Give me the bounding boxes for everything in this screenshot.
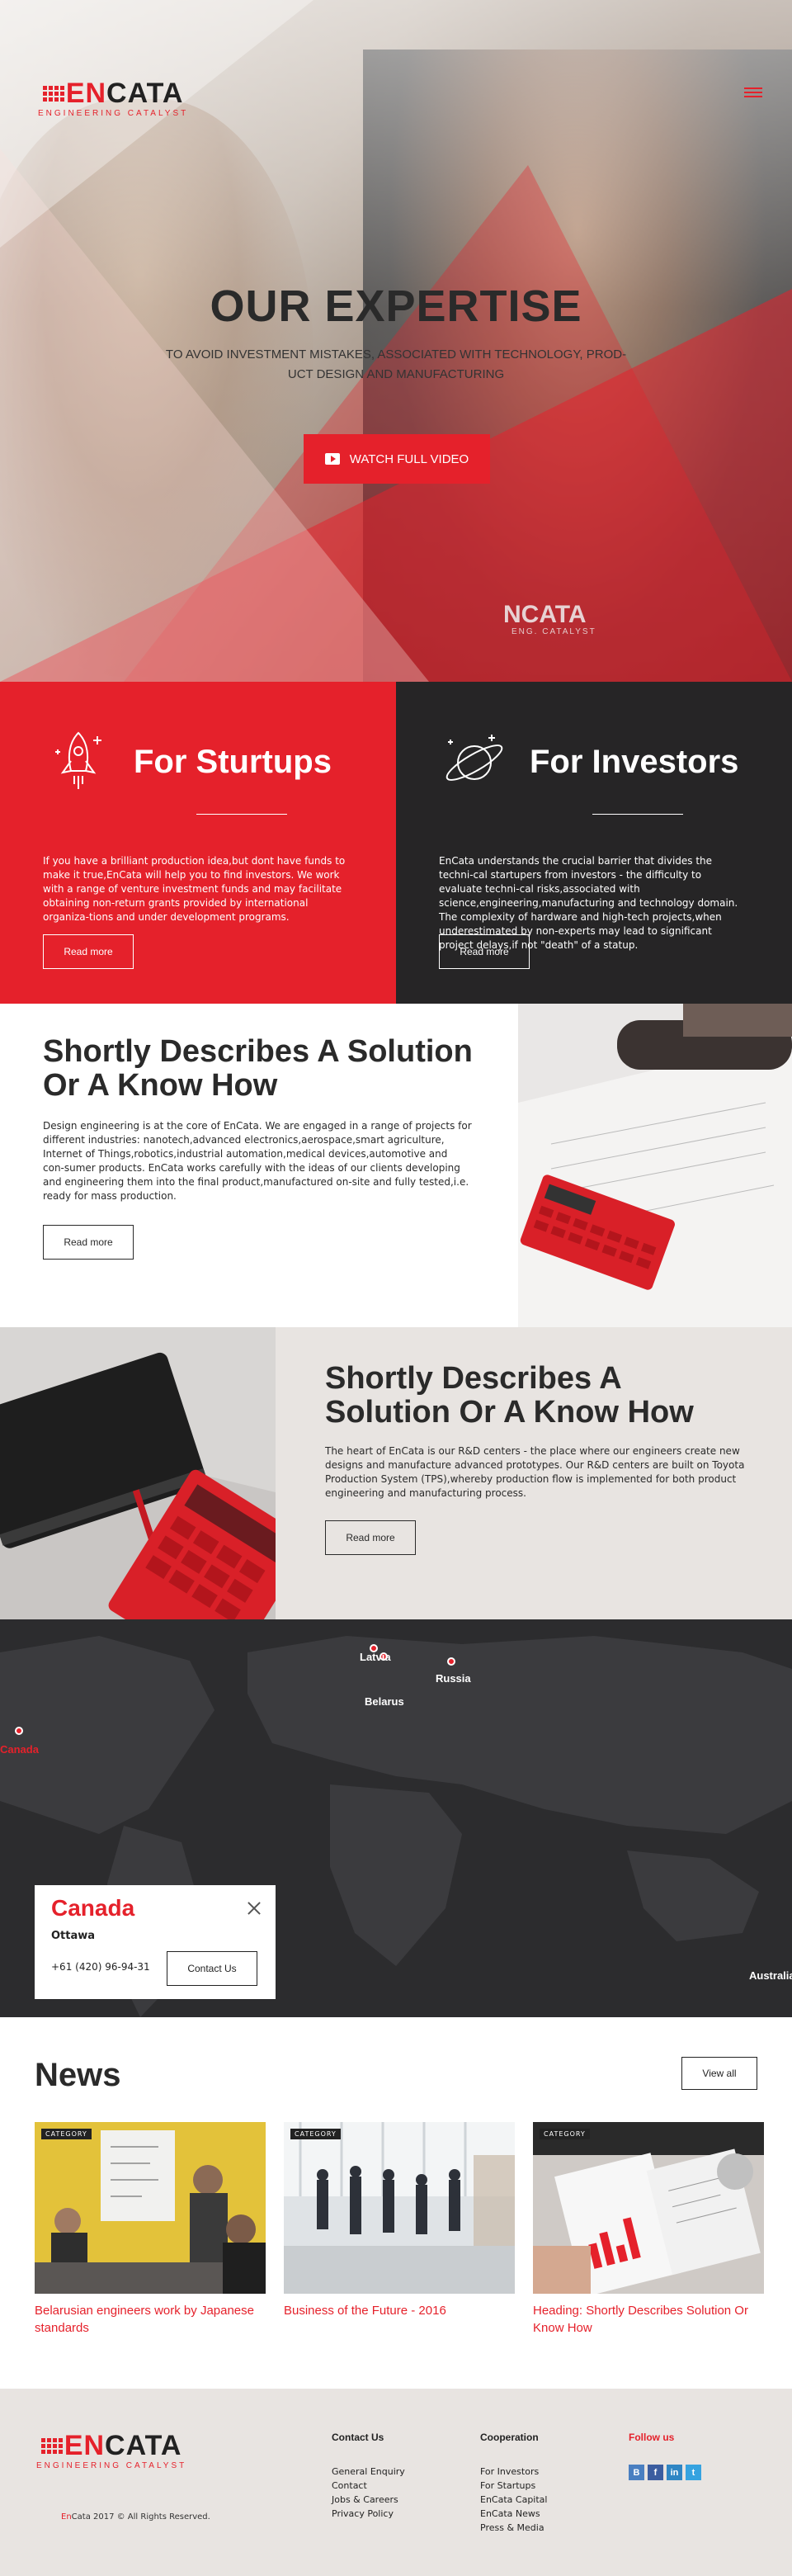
investors-panel: For Investors EnCata understands the cru…: [396, 682, 792, 1004]
logo-wordmark: ENCATA: [64, 2430, 182, 2461]
news-card[interactable]: CATEGORY Belarusian engineers work by Ja…: [35, 2122, 266, 2337]
news-card-category: CATEGORY: [290, 2129, 341, 2139]
footer: ENCATA ENGINEERING CATALYST EnCata 2017 …: [0, 2389, 792, 2576]
page: ENCATA ENGINEERING CATALYST OUR EXPERTIS…: [0, 0, 792, 2576]
news-card-category: CATEGORY: [41, 2129, 92, 2139]
news-card-title[interactable]: Belarusian engineers work by Japanese st…: [35, 2302, 266, 2337]
logo-mark-icon: [42, 85, 64, 102]
startups-title: For Sturtups: [134, 743, 332, 780]
footer-follow-column: Follow us B f in t: [629, 2432, 701, 2480]
map-pin-russia[interactable]: [447, 1657, 455, 1666]
map-card-city: Ottawa: [51, 1930, 96, 1942]
footer-logo[interactable]: ENCATA ENGINEERING CATALYST: [36, 2432, 186, 2470]
investors-title: For Investors: [530, 743, 739, 780]
footer-link[interactable]: General Enquiry: [332, 2465, 405, 2479]
header-logo[interactable]: ENCATA ENGINEERING CATALYST: [38, 79, 188, 118]
map-card-phone: +61 (420) 96-94-31: [51, 1961, 150, 1973]
news-card-image: CATEGORY: [35, 2122, 266, 2294]
logo-tagline: ENGINEERING CATALYST: [38, 109, 189, 118]
map-label-canada: Canada: [0, 1743, 39, 1756]
footer-link[interactable]: Jobs & Careers: [332, 2493, 405, 2507]
startups-read-more-button[interactable]: Read more: [43, 934, 134, 969]
footer-link[interactable]: EnCata Capital: [480, 2493, 547, 2507]
shirt-tagline-text: ENG. CATALYST: [512, 627, 596, 636]
audience-section: For Sturtups If you have a brilliant pro…: [0, 682, 792, 1004]
planet-icon: [439, 725, 510, 799]
map-location-card: Canada Ottawa +61 (420) 96-94-31 Contact…: [35, 1885, 276, 1999]
investors-read-more-button[interactable]: Read more: [439, 934, 530, 969]
youtube-play-icon: [324, 453, 340, 465]
startups-divider: [196, 814, 287, 815]
describe-section-2: Shortly Describes A Solution Or A Know H…: [0, 1327, 792, 1619]
footer-link[interactable]: EnCata News: [480, 2507, 547, 2521]
describe2-photo-notebook: [0, 1327, 276, 1619]
describe-section-1: Shortly Describes A Solution Or A Know H…: [0, 1004, 792, 1327]
news-card[interactable]: CATEGORY Business of the Future - 2016: [284, 2122, 515, 2337]
news-card-title[interactable]: Business of the Future - 2016: [284, 2302, 515, 2319]
watch-video-label: WATCH FULL VIDEO: [349, 451, 469, 466]
news-card-image: CATEGORY: [533, 2122, 764, 2294]
logo-wordmark: ENCATA: [65, 78, 184, 109]
hero-title: OUR EXPERTISE: [210, 281, 582, 331]
footer-link[interactable]: For Investors: [480, 2465, 547, 2479]
hamburger-menu-icon[interactable]: [744, 87, 762, 101]
news-card-image: CATEGORY: [284, 2122, 515, 2294]
shirt-logo-text: NCATA: [503, 601, 587, 628]
investors-divider: [592, 814, 683, 815]
describe1-title: Shortly Describes A Solution Or A Know H…: [43, 1034, 473, 1103]
news-card-category: CATEGORY: [540, 2129, 590, 2139]
hero-subtitle: TO AVOID INVESTMENT MISTAKES, ASSOCIATED…: [165, 347, 627, 381]
describe1-text: Design engineering is at the core of EnC…: [43, 1120, 472, 1202]
describe2-read-more-button[interactable]: Read more: [325, 1520, 416, 1555]
map-card-contact-button[interactable]: Contact Us: [167, 1951, 257, 1986]
map-card-country: Canada: [51, 1895, 135, 1921]
behance-icon[interactable]: B: [629, 2465, 644, 2480]
footer-cooperation-column: Cooperation For Investors For Startups E…: [480, 2432, 547, 2535]
close-icon[interactable]: [248, 1902, 261, 1915]
startups-panel: For Sturtups If you have a brilliant pro…: [0, 682, 396, 1004]
footer-link[interactable]: Press & Media: [480, 2521, 547, 2535]
logo-tagline: ENGINEERING CATALYST: [36, 2461, 187, 2470]
describe1-photo-calculator: [518, 1004, 792, 1327]
footer-follow-title: Follow us: [629, 2432, 675, 2443]
rocket-icon: [43, 725, 114, 799]
news-section: News View all CATEGORY Belarusian engine…: [0, 2017, 792, 2389]
footer-link[interactable]: For Startups: [480, 2479, 547, 2493]
map-label-australia: Australia: [749, 1969, 792, 1982]
logo-mark-icon: [40, 2437, 63, 2454]
describe2-title: Shortly Describes A Solution Or A Know H…: [325, 1361, 694, 1430]
describe2-text: The heart of EnCata is our R&D centers -…: [325, 1445, 745, 1499]
copyright-text: EnCata 2017 © All Rights Reserved.: [61, 2512, 210, 2522]
footer-link[interactable]: Contact: [332, 2479, 405, 2493]
map-label-belarus: Belarus: [365, 1695, 404, 1708]
news-title: News: [35, 2057, 121, 2093]
news-card[interactable]: CATEGORY Heading: Shortly Describes Solu…: [533, 2122, 764, 2337]
describe1-read-more-button[interactable]: Read more: [43, 1225, 134, 1260]
watch-video-button[interactable]: WATCH FULL VIDEO: [304, 434, 490, 484]
map-label-russia: Russia: [436, 1672, 471, 1685]
facebook-icon[interactable]: f: [648, 2465, 663, 2480]
linkedin-icon[interactable]: in: [667, 2465, 682, 2480]
news-card-title[interactable]: Heading: Shortly Describes Solution Or K…: [533, 2302, 764, 2337]
map-label-latvia: Latvia: [360, 1651, 391, 1663]
map-pin-canada[interactable]: [15, 1727, 23, 1735]
footer-contact-column: Contact Us General Enquiry Contact Jobs …: [332, 2432, 405, 2521]
news-view-all-button[interactable]: View all: [681, 2057, 757, 2090]
footer-link[interactable]: Privacy Policy: [332, 2507, 405, 2521]
twitter-icon[interactable]: t: [686, 2465, 701, 2480]
map-section[interactable]: Latvia Russia Belarus Canada Australia C…: [0, 1619, 792, 2017]
startups-text: If you have a brilliant production idea,…: [43, 855, 346, 923]
hero-section: ENCATA ENGINEERING CATALYST OUR EXPERTIS…: [0, 0, 792, 682]
footer-contact-title: Contact Us: [332, 2432, 384, 2443]
footer-cooperation-title: Cooperation: [480, 2432, 539, 2443]
